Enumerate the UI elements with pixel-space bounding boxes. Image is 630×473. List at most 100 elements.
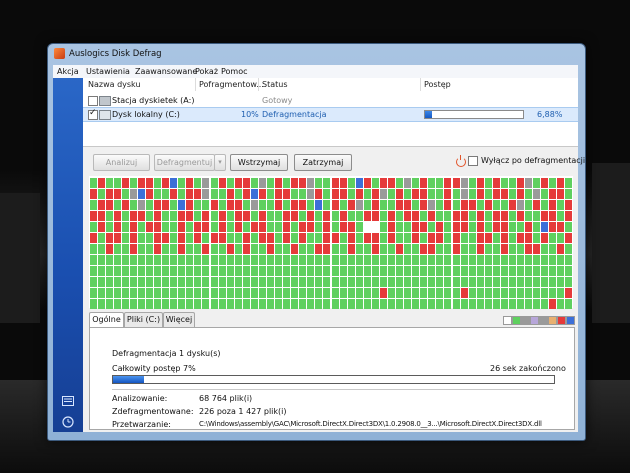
cluster-block xyxy=(323,233,331,243)
cluster-block xyxy=(226,200,234,210)
cluster-block xyxy=(258,255,266,265)
col-fragmented[interactable]: Pofragmentow... xyxy=(199,80,264,89)
cluster-block xyxy=(154,200,162,210)
cluster-block xyxy=(291,277,299,287)
legend-swatch[interactable] xyxy=(503,316,512,325)
cluster-block xyxy=(315,189,323,199)
cluster-block xyxy=(178,211,186,221)
drive-c-name: Dysk lokalny (C:) xyxy=(112,110,180,119)
tab-general[interactable]: Ogólne xyxy=(89,312,124,328)
cluster-block xyxy=(379,222,387,232)
cluster-block xyxy=(121,222,129,232)
menu-akcja[interactable]: Akcja xyxy=(57,67,79,76)
drive-c-checkbox[interactable] xyxy=(88,108,98,120)
menu-zaawansowane[interactable]: Zaawansowane xyxy=(135,67,197,76)
cluster-block xyxy=(323,244,331,254)
report-icon[interactable] xyxy=(62,396,74,406)
cluster-block xyxy=(476,255,484,265)
cluster-block xyxy=(97,189,105,199)
cluster-block xyxy=(154,211,162,221)
pause-button[interactable]: Wstrzymaj xyxy=(230,154,288,171)
col-progress[interactable]: Postęp xyxy=(424,80,451,89)
menu-ustawienia[interactable]: Ustawienia xyxy=(86,67,130,76)
shutdown-label[interactable]: Wyłącz po defragmentacji xyxy=(481,156,585,165)
cluster-block xyxy=(355,277,363,287)
cluster-block xyxy=(549,233,557,243)
cluster-block xyxy=(258,277,266,287)
stop-button[interactable]: Zatrzymaj xyxy=(294,154,352,171)
cluster-block xyxy=(97,299,105,309)
legend-swatch[interactable] xyxy=(557,316,566,325)
cluster-block xyxy=(396,222,404,232)
col-drive-name[interactable]: Nazwa dysku xyxy=(88,80,141,89)
defrag-dropdown-button[interactable]: ▾ xyxy=(214,154,226,171)
cluster-block xyxy=(541,211,549,221)
cluster-block xyxy=(299,266,307,276)
col-status[interactable]: Status xyxy=(262,80,288,89)
drive-a-checkbox[interactable] xyxy=(88,96,98,106)
scheduler-clock-icon[interactable] xyxy=(62,416,74,428)
defrag-button[interactable]: Defragmentuj xyxy=(154,154,215,171)
tab-more[interactable]: Więcej xyxy=(163,312,195,327)
cluster-block xyxy=(347,233,355,243)
cluster-block xyxy=(218,222,226,232)
drive-row-c[interactable]: Dysk lokalny (C:) 10% Defragmentacja 6,8… xyxy=(83,107,578,122)
detail-value-defragmented: 226 poza 1 427 plik(i) xyxy=(199,407,287,416)
cluster-block xyxy=(266,255,275,265)
tab-files-c[interactable]: Pliki (C:) xyxy=(124,312,163,327)
shutdown-checkbox[interactable] xyxy=(468,156,478,166)
cluster-block xyxy=(121,233,129,243)
cluster-block xyxy=(444,255,452,265)
cluster-block xyxy=(154,255,162,265)
legend-swatch[interactable] xyxy=(521,316,530,325)
cluster-block xyxy=(178,299,186,309)
cluster-block xyxy=(226,211,234,221)
cluster-block xyxy=(484,244,492,254)
legend-swatch[interactable] xyxy=(548,316,557,325)
cluster-block xyxy=(565,255,573,265)
cluster-block xyxy=(154,288,162,298)
cluster-block xyxy=(404,277,412,287)
cluster-block xyxy=(170,266,178,276)
legend-swatch[interactable] xyxy=(566,316,575,325)
cluster-block xyxy=(186,178,194,188)
cluster-block xyxy=(339,244,347,254)
cluster-block xyxy=(396,211,404,221)
menu-pomoc[interactable]: Pomoc xyxy=(221,67,248,76)
cluster-block xyxy=(307,255,315,265)
cluster-block xyxy=(202,266,210,276)
cluster-block xyxy=(525,178,533,188)
cluster-block xyxy=(331,189,339,199)
menu-pokaz[interactable]: Pokaż xyxy=(195,67,218,76)
cluster-block xyxy=(452,288,460,298)
cluster-block xyxy=(202,299,210,309)
cluster-block xyxy=(412,233,420,243)
cluster-block xyxy=(476,200,484,210)
cluster-block xyxy=(170,189,178,199)
cluster-block xyxy=(468,222,476,232)
cluster-block xyxy=(89,255,97,265)
cluster-block xyxy=(194,277,202,287)
cluster-block xyxy=(275,266,283,276)
cluster-block xyxy=(468,200,476,210)
cluster-block xyxy=(412,178,420,188)
drive-row-a[interactable]: Stacja dyskietek (A:) Gotowy xyxy=(83,94,578,107)
cluster-block xyxy=(275,244,283,254)
cluster-block xyxy=(283,277,291,287)
cluster-block xyxy=(412,299,420,309)
cluster-block xyxy=(258,288,266,298)
title-bar[interactable]: Auslogics Disk Defrag xyxy=(48,44,585,64)
analyze-button[interactable]: Analizuj xyxy=(93,154,150,171)
cluster-block xyxy=(331,255,339,265)
cluster-block xyxy=(492,189,500,199)
cluster-block xyxy=(331,222,339,232)
cluster-block xyxy=(283,288,291,298)
cluster-block xyxy=(387,200,396,210)
cluster-block xyxy=(379,244,387,254)
legend-swatch[interactable] xyxy=(512,316,521,325)
cluster-block xyxy=(412,277,420,287)
cluster-block xyxy=(234,211,242,221)
cluster-block xyxy=(218,288,226,298)
legend-swatch[interactable] xyxy=(530,316,539,325)
legend-swatch[interactable] xyxy=(539,316,548,325)
